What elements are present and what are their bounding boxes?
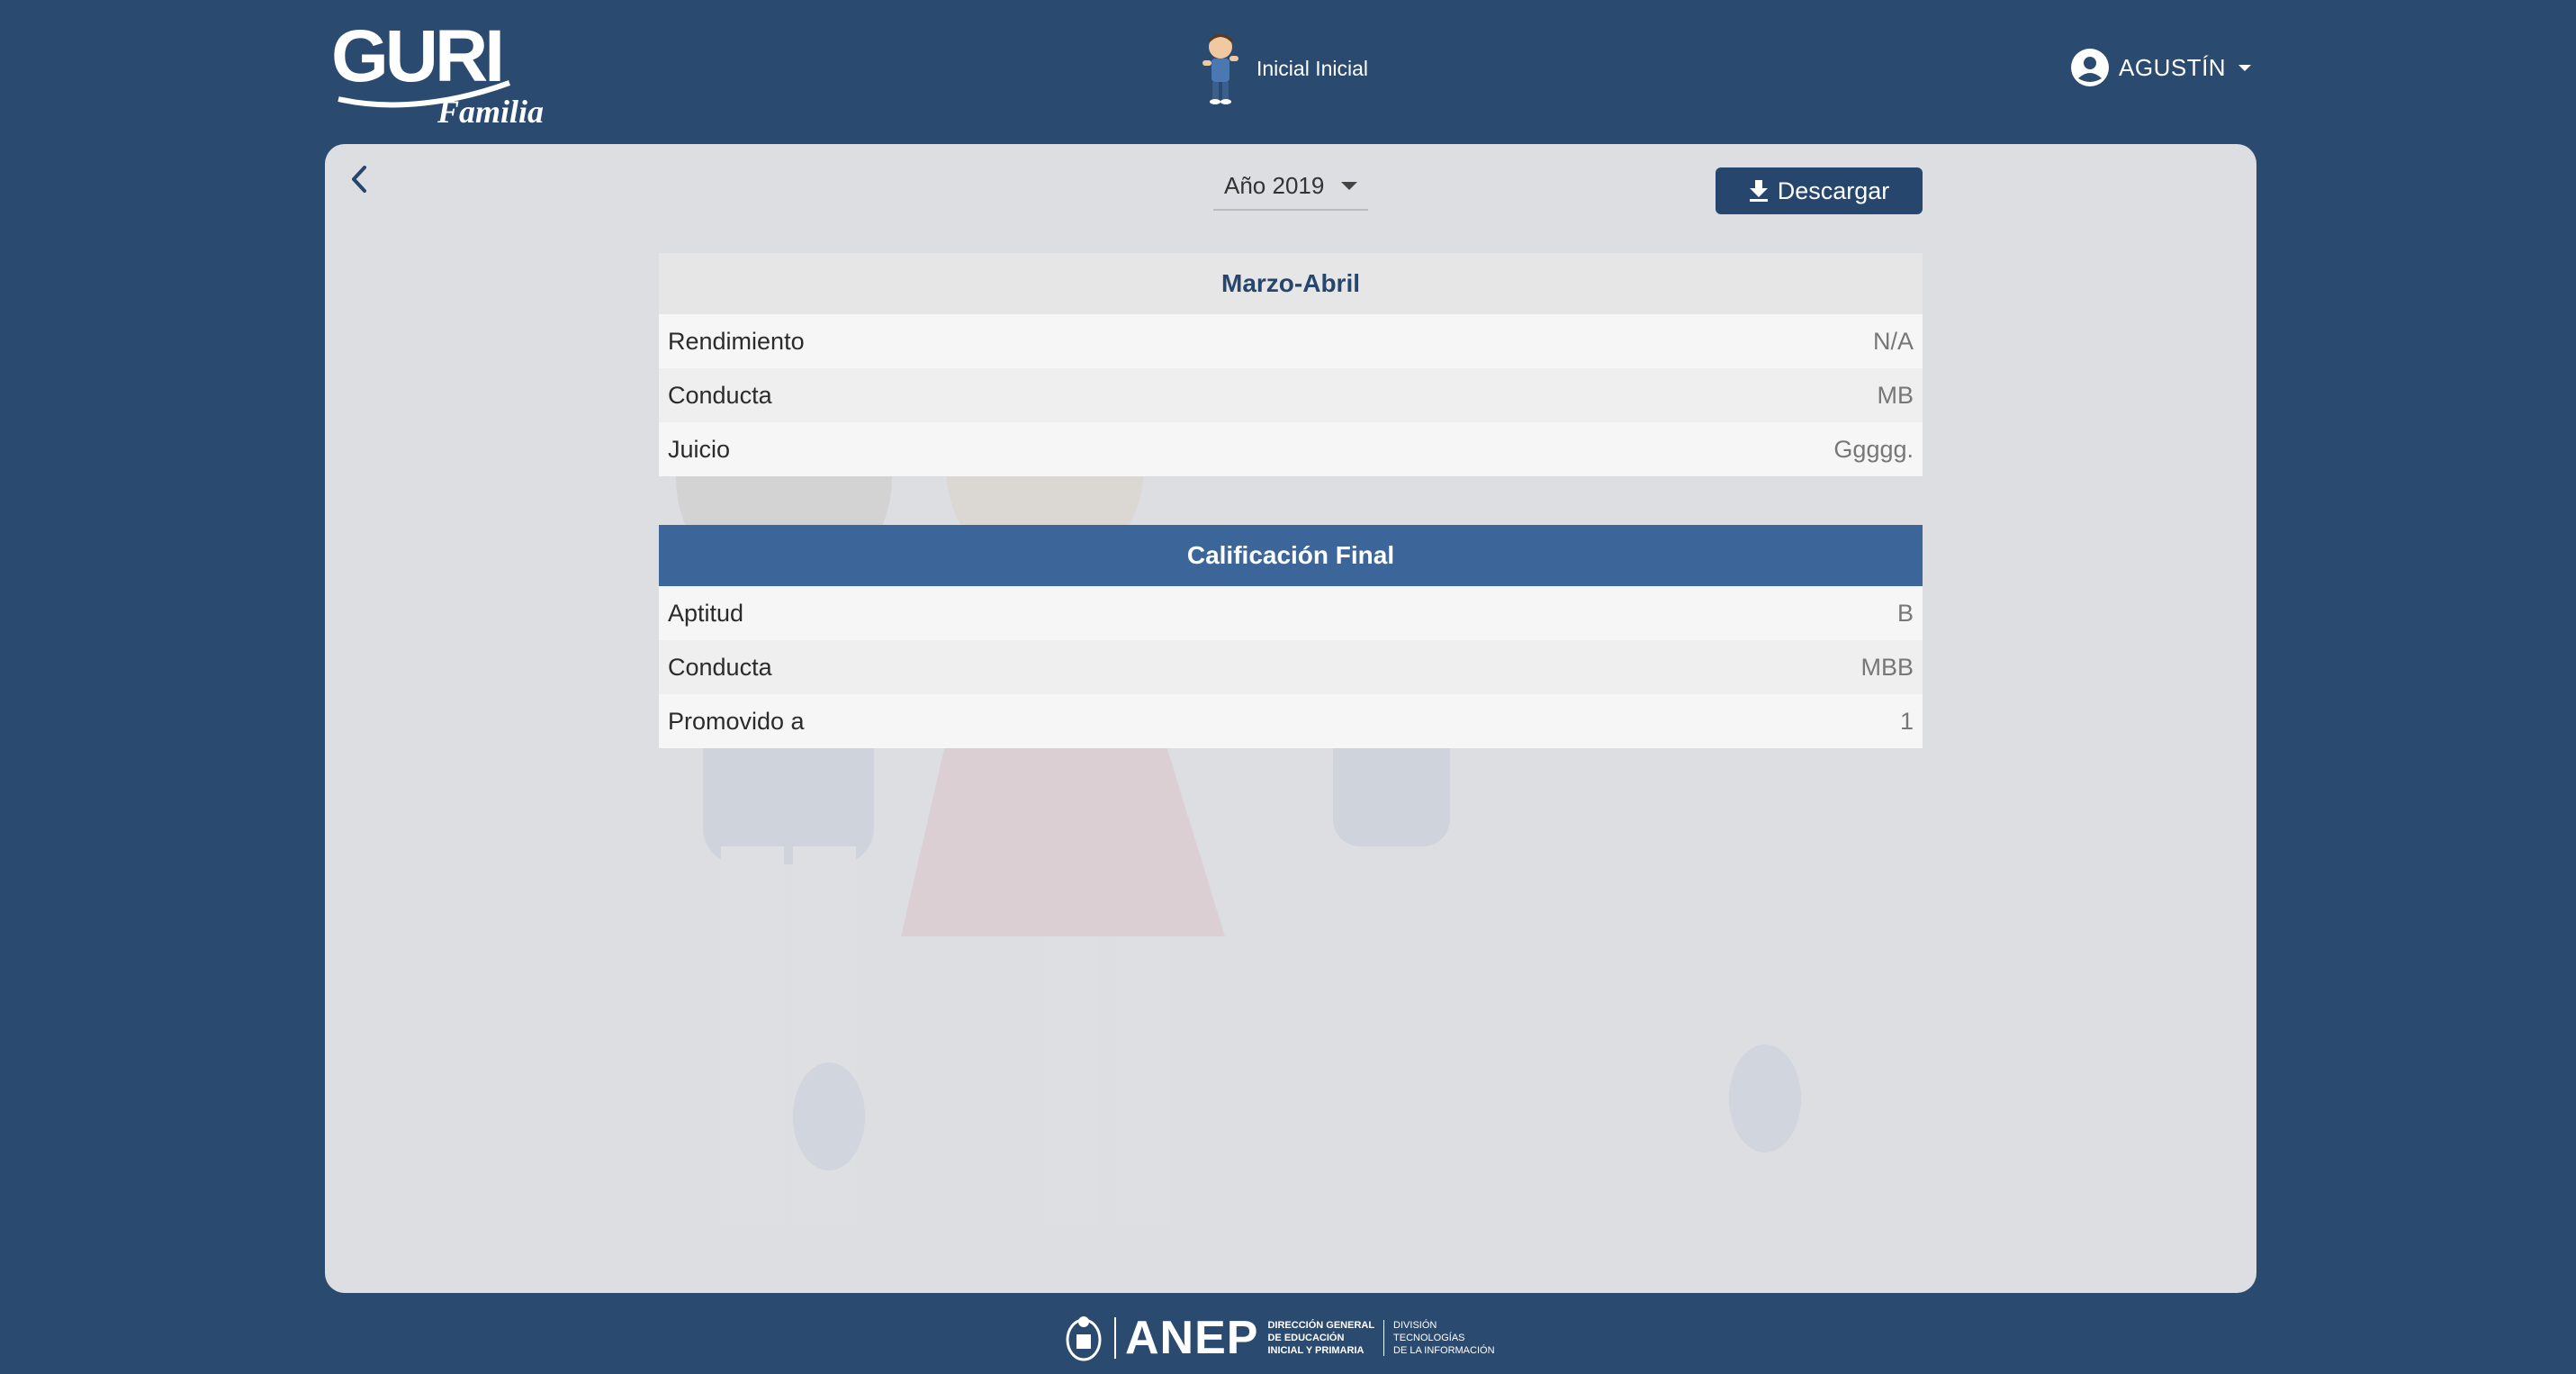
student-avatar-icon [1202,34,1238,104]
final-grade-table: Calificación Final Aptitud B Conducta MB… [659,525,1923,748]
division-line: DIVISIÓN [1393,1320,1437,1331]
org-line: DE EDUCACIÓN [1267,1333,1345,1343]
row-label: Rendimiento [668,327,805,355]
period-table: Marzo-Abril Rendimiento N/A Conducta MB … [659,253,1923,476]
row-value: MBB [1860,653,1914,681]
row-value: N/A [1872,327,1914,355]
row-label: Aptitud [668,599,744,627]
org-line: INICIAL Y PRIMARIA [1267,1345,1365,1356]
row-label: Conducta [668,381,772,409]
row-label: Conducta [668,653,772,681]
period-title: Marzo-Abril [659,253,1923,314]
footer-divider [1383,1320,1385,1356]
account-circle-icon [2071,49,2109,86]
logo-sub-text: Familia [437,94,544,128]
row-label: Juicio [668,435,731,463]
report-card-panel: Año 2019 Descargar Marzo-Abril Rendimien… [325,144,2256,1293]
guri-familia-logo: GURI Familia [331,15,544,128]
chevron-down-icon [1341,181,1357,190]
user-name: AGUSTÍN [2119,53,2227,81]
footer-divider [1114,1317,1116,1359]
footer-division: DIVISIÓN TECNOLOGÍAS DE LA INFORMACIÓN [1393,1319,1494,1357]
app-page: GURI Familia Inicial Inicial AGUSTÍN Año… [0,0,2576,1374]
table-row: Aptitud B [659,586,1923,640]
table-row: Juicio Ggggg. [659,422,1923,476]
download-label: Descargar [1777,176,1890,204]
division-line: DE LA INFORMACIÓN [1393,1345,1495,1356]
anep-brand: ANEP [1125,1312,1259,1364]
table-row: Conducta MBB [659,640,1923,694]
year-select[interactable]: Año 2019 [1213,162,1368,211]
table-row: Promovido a 1 [659,694,1923,748]
download-icon [1749,180,1768,202]
division-line: TECNOLOGÍAS [1393,1333,1465,1343]
year-select-value: Año 2019 [1224,171,1325,199]
table-row: Conducta MB [659,368,1923,422]
row-value: B [1896,599,1914,627]
user-menu[interactable]: AGUSTÍN [2070,48,2252,87]
student-selector[interactable]: Inicial Inicial [1197,31,1368,106]
student-name: Inicial Inicial [1256,56,1368,80]
row-label: Promovido a [668,707,805,735]
anep-footer: ANEP DIRECCIÓN GENERAL DE EDUCACIÓN INIC… [1062,1311,1495,1365]
download-button[interactable]: Descargar [1716,167,1923,214]
row-value: MB [1877,381,1914,409]
row-value: Ggggg. [1833,435,1914,463]
table-row: Rendimiento N/A [659,314,1923,368]
back-arrow-icon[interactable] [338,157,383,202]
caret-down-icon [2238,64,2252,71]
footer-org: DIRECCIÓN GENERAL DE EDUCACIÓN INICIAL Y… [1267,1319,1374,1357]
uruguay-seal-icon [1066,1316,1102,1361]
org-line: DIRECCIÓN GENERAL [1267,1320,1375,1331]
final-title: Calificación Final [659,525,1923,586]
logo-main-text: GURI [331,15,501,97]
row-value: 1 [1899,707,1914,735]
